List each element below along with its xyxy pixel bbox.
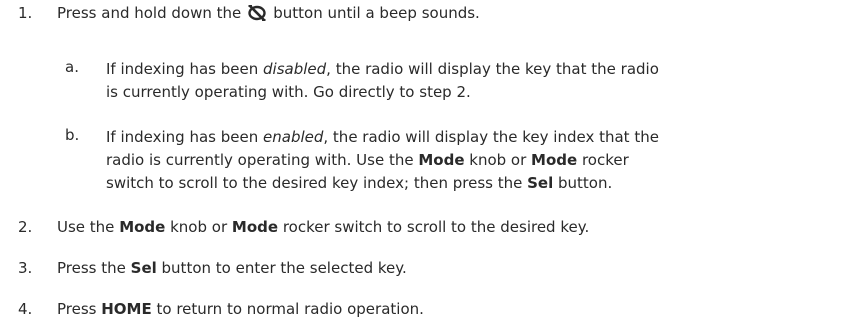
substep-text: If indexing has been enabled, the radio …: [106, 128, 659, 192]
step-text: Press and hold down the button until a be…: [57, 4, 480, 22]
step-number: 3.: [18, 259, 33, 277]
step-number: 2.: [18, 218, 33, 236]
substep-letter: b.: [65, 126, 80, 144]
step-number: 1.: [18, 4, 33, 22]
step-text: Press the Sel button to enter the select…: [57, 259, 407, 277]
step-text: Use the Mode knob or Mode rocker switch …: [57, 218, 590, 236]
substep-text: If indexing has been disabled, the radio…: [106, 60, 659, 101]
substep-letter: a.: [65, 58, 79, 76]
step-number: 4.: [18, 300, 33, 318]
key-fill-icon: [247, 4, 267, 22]
step-text: Press HOME to return to normal radio ope…: [57, 300, 424, 318]
